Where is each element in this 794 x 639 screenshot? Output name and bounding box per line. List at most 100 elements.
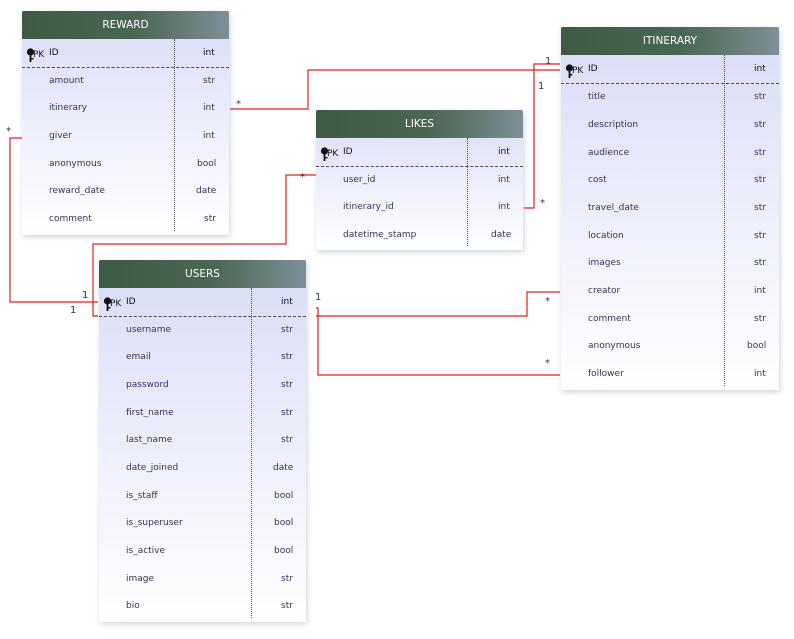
field-type: int bbox=[754, 64, 766, 74]
cardinality-one: 1 bbox=[82, 290, 89, 301]
field-name: amount bbox=[49, 76, 84, 86]
field-name: comment bbox=[49, 214, 92, 224]
field-row[interactable]: is_staff bool bbox=[99, 483, 306, 510]
entity-users[interactable]: USERS PK ID int username str email str p… bbox=[99, 260, 306, 622]
field-type: str bbox=[754, 92, 766, 102]
field-name: user_id bbox=[343, 175, 376, 185]
field-type: int bbox=[498, 147, 510, 157]
field-type: str bbox=[754, 314, 766, 324]
field-name: ID bbox=[126, 297, 136, 307]
field-type: str bbox=[281, 352, 293, 362]
field-row[interactable]: date_joined date bbox=[99, 455, 306, 482]
field-row[interactable]: creator int bbox=[561, 278, 779, 305]
field-name: email bbox=[126, 352, 151, 362]
field-name: anonymous bbox=[49, 159, 102, 169]
field-name: title bbox=[588, 92, 606, 102]
cardinality-many: * bbox=[6, 126, 11, 137]
field-row-pk[interactable]: PK ID int bbox=[316, 139, 523, 167]
entity-likes[interactable]: LIKES PK ID int user_id int itinerary_id… bbox=[316, 110, 523, 250]
field-name: first_name bbox=[126, 408, 174, 418]
field-row[interactable]: comment str bbox=[561, 306, 779, 333]
field-name: comment bbox=[588, 314, 631, 324]
field-type: date bbox=[491, 230, 512, 240]
field-row[interactable]: is_superuser bool bbox=[99, 510, 306, 537]
field-name: location bbox=[588, 231, 624, 241]
field-name: username bbox=[126, 325, 171, 335]
field-name: reward_date bbox=[49, 186, 105, 196]
field-row[interactable]: anonymous bool bbox=[561, 333, 779, 360]
field-row[interactable]: itinerary int bbox=[22, 95, 229, 122]
field-type: str bbox=[281, 380, 293, 390]
field-row[interactable]: location str bbox=[561, 223, 779, 250]
field-row[interactable]: reward_date date bbox=[22, 178, 229, 205]
field-row[interactable]: audience str bbox=[561, 140, 779, 167]
field-row-pk[interactable]: PK ID int bbox=[22, 40, 229, 68]
cardinality-many: * bbox=[540, 198, 545, 209]
key-icon: PK bbox=[565, 64, 583, 78]
field-row-pk[interactable]: PK ID int bbox=[99, 289, 306, 317]
cardinality-many: * bbox=[236, 99, 241, 110]
field-name: audience bbox=[588, 148, 630, 158]
field-type: date bbox=[273, 463, 294, 473]
entity-title: LIKES bbox=[316, 110, 523, 138]
field-name: description bbox=[588, 120, 639, 130]
pk-marker: PK bbox=[33, 50, 45, 60]
relation-line bbox=[316, 307, 560, 376]
field-row[interactable]: email str bbox=[99, 344, 306, 371]
field-row[interactable]: is_active bool bbox=[99, 538, 306, 565]
field-row[interactable]: giver int bbox=[22, 123, 229, 150]
field-row-pk[interactable]: PK ID int bbox=[561, 56, 779, 84]
entity-title: ITINERARY bbox=[561, 27, 779, 55]
pk-marker: PK bbox=[572, 66, 584, 76]
field-name: itinerary_id bbox=[343, 202, 394, 212]
field-row[interactable]: datetime_stamp date bbox=[316, 222, 523, 249]
field-row[interactable]: images str bbox=[561, 250, 779, 277]
key-icon: PK bbox=[320, 147, 338, 161]
field-type: bool bbox=[274, 491, 294, 501]
field-name: image bbox=[126, 574, 155, 584]
field-type: bool bbox=[274, 518, 294, 528]
field-row[interactable]: description str bbox=[561, 112, 779, 139]
field-row[interactable]: user_id int bbox=[316, 167, 523, 194]
field-name: cost bbox=[588, 175, 607, 185]
field-type: int bbox=[203, 103, 215, 113]
field-type: str bbox=[281, 601, 293, 611]
field-name: ID bbox=[588, 64, 598, 74]
field-name: is_active bbox=[126, 546, 166, 556]
field-row[interactable]: amount str bbox=[22, 68, 229, 95]
field-name: giver bbox=[49, 131, 72, 141]
entity-reward[interactable]: REWARD PK ID int amount str itinerary in… bbox=[22, 11, 229, 235]
field-row[interactable]: cost str bbox=[561, 167, 779, 194]
field-type: str bbox=[204, 214, 216, 224]
field-row[interactable]: travel_date str bbox=[561, 195, 779, 222]
field-row[interactable]: comment str bbox=[22, 206, 229, 233]
field-row[interactable]: anonymous bool bbox=[22, 151, 229, 178]
key-icon: PK bbox=[103, 297, 121, 311]
field-row[interactable]: password str bbox=[99, 372, 306, 399]
field-type: int bbox=[203, 131, 215, 141]
field-row[interactable]: first_name str bbox=[99, 400, 306, 427]
cardinality-many: * bbox=[545, 296, 550, 307]
relation-line bbox=[316, 291, 560, 317]
field-row[interactable]: bio str bbox=[99, 593, 306, 620]
field-name: follower bbox=[588, 369, 624, 379]
entity-itinerary[interactable]: ITINERARY PK ID int title str descriptio… bbox=[561, 27, 779, 390]
field-type: int bbox=[754, 369, 766, 379]
field-type: str bbox=[754, 120, 766, 130]
field-type: str bbox=[754, 203, 766, 213]
cardinality-one: 1 bbox=[70, 305, 77, 316]
field-row[interactable]: follower int bbox=[561, 361, 779, 388]
field-type: int bbox=[498, 202, 510, 212]
field-row[interactable]: username str bbox=[99, 317, 306, 344]
field-type: bool bbox=[747, 341, 767, 351]
pk-marker: PK bbox=[327, 149, 339, 159]
field-name: is_superuser bbox=[126, 518, 183, 528]
field-type: int bbox=[281, 297, 293, 307]
field-row[interactable]: itinerary_id int bbox=[316, 194, 523, 221]
field-row[interactable]: image str bbox=[99, 566, 306, 593]
field-row[interactable]: last_name str bbox=[99, 427, 306, 454]
field-type: str bbox=[281, 408, 293, 418]
field-row[interactable]: title str bbox=[561, 84, 779, 111]
cardinality-many: * bbox=[300, 172, 305, 183]
field-name: is_staff bbox=[126, 491, 158, 501]
